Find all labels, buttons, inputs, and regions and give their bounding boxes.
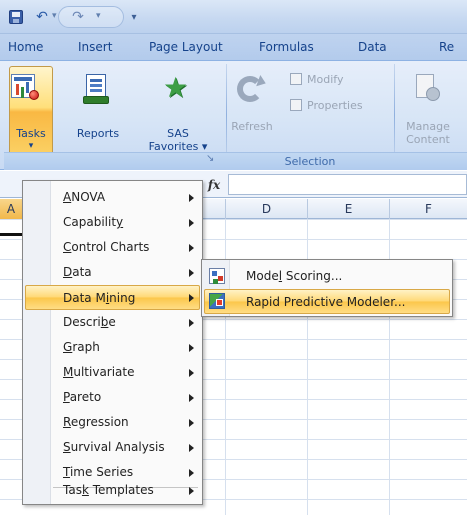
- quick-access-toolbar: ↶ ▾ ↷ ▾ ▾: [0, 0, 467, 34]
- submenu-arrow-icon: [189, 419, 194, 427]
- data-mining-submenu: Model Scoring... Rapid Predictive Modele…: [201, 259, 453, 317]
- rapid-predictive-modeler-icon: [209, 293, 225, 309]
- tab-page-layout[interactable]: Page Layout: [149, 34, 223, 60]
- modify-icon: [290, 73, 302, 85]
- menu-item-task-templates[interactable]: Task Templates: [25, 478, 200, 503]
- menu-item-control-charts[interactable]: Control Charts: [25, 235, 200, 260]
- submenu-arrow-icon: [189, 244, 194, 252]
- menu-item-regression[interactable]: Regression: [25, 410, 200, 435]
- tab-formulas[interactable]: Formulas: [259, 34, 314, 60]
- undo-icon[interactable]: ↶: [30, 9, 54, 25]
- ribbon-separator: [226, 64, 227, 166]
- undo-dropdown-icon[interactable]: ▾: [52, 11, 57, 21]
- star-icon: ★: [163, 71, 189, 104]
- submenu-arrow-icon: [189, 487, 194, 495]
- column-header-d[interactable]: D: [225, 199, 307, 219]
- tab-insert[interactable]: Insert: [78, 34, 112, 60]
- menu-item-graph[interactable]: Graph: [25, 335, 200, 360]
- ribbon-separator: [394, 64, 395, 166]
- submenu-arrow-icon: [189, 394, 194, 402]
- model-scoring-icon: [209, 268, 225, 284]
- active-cell-border: [0, 233, 22, 236]
- customize-toolbar-icon[interactable]: ▾: [128, 9, 140, 25]
- tab-home[interactable]: Home: [8, 34, 43, 60]
- column-header-e[interactable]: E: [307, 199, 389, 219]
- menu-item-model-scoring[interactable]: Model Scoring...: [204, 264, 450, 289]
- reports-button[interactable]: Reports: [72, 127, 124, 140]
- menu-item-capability[interactable]: Capability: [25, 210, 200, 235]
- sas-favorites-button[interactable]: SAS Favorites ▾: [148, 127, 208, 153]
- menu-item-survival-analysis[interactable]: Survival Analysis: [25, 435, 200, 460]
- submenu-arrow-icon: [189, 469, 194, 477]
- submenu-arrow-icon: [189, 344, 194, 352]
- redo-dropdown-icon[interactable]: ▾: [96, 11, 101, 21]
- refresh-button[interactable]: Refresh: [228, 120, 276, 133]
- group-label-manage: [394, 152, 467, 170]
- insert-function-icon[interactable]: fx: [201, 176, 227, 194]
- manage-content-icon: [412, 74, 442, 104]
- submenu-arrow-icon: [189, 319, 194, 327]
- menu-item-pareto[interactable]: Pareto: [25, 385, 200, 410]
- menu-item-rapid-predictive-modeler[interactable]: Rapid Predictive Modeler...: [204, 289, 450, 314]
- tasks-label: Tasks: [16, 127, 46, 140]
- tab-review[interactable]: Re: [439, 34, 454, 60]
- properties-button[interactable]: Properties: [290, 96, 363, 116]
- formula-input[interactable]: [228, 174, 467, 195]
- dialog-launcher-icon[interactable]: ↘: [206, 153, 214, 164]
- properties-icon: [290, 99, 302, 111]
- submenu-arrow-icon: [189, 444, 194, 452]
- tasks-badge-icon: [29, 90, 39, 100]
- ribbon-tabs: Home Insert Page Layout Formulas Data Re: [0, 34, 467, 60]
- tab-data[interactable]: Data: [358, 34, 387, 60]
- modify-button[interactable]: Modify: [290, 70, 343, 90]
- submenu-arrow-icon: [189, 219, 194, 227]
- submenu-arrow-icon: [189, 294, 194, 302]
- manage-content-button[interactable]: Manage Content: [398, 120, 458, 146]
- submenu-arrow-icon: [189, 194, 194, 202]
- menu-item-describe[interactable]: Describe: [25, 310, 200, 335]
- menu-item-data-mining[interactable]: Data Mining: [25, 285, 200, 310]
- refresh-icon: [237, 76, 263, 102]
- menu-item-multivariate[interactable]: Multivariate: [25, 360, 200, 385]
- reports-icon: [83, 74, 109, 104]
- menu-item-anova[interactable]: ANOVA: [25, 185, 200, 210]
- redo-icon[interactable]: ↷: [66, 9, 90, 25]
- group-label-selection: Selection: [226, 152, 394, 170]
- save-icon[interactable]: [8, 9, 24, 25]
- tasks-menu: ANOVA Capability Control Charts Data Dat…: [22, 180, 203, 505]
- submenu-arrow-icon: [189, 369, 194, 377]
- menu-item-data[interactable]: Data: [25, 260, 200, 285]
- ribbon-group-launcher-area: [4, 152, 226, 170]
- column-header-f[interactable]: F: [389, 199, 467, 219]
- column-header-a[interactable]: A: [0, 199, 22, 219]
- submenu-arrow-icon: [189, 269, 194, 277]
